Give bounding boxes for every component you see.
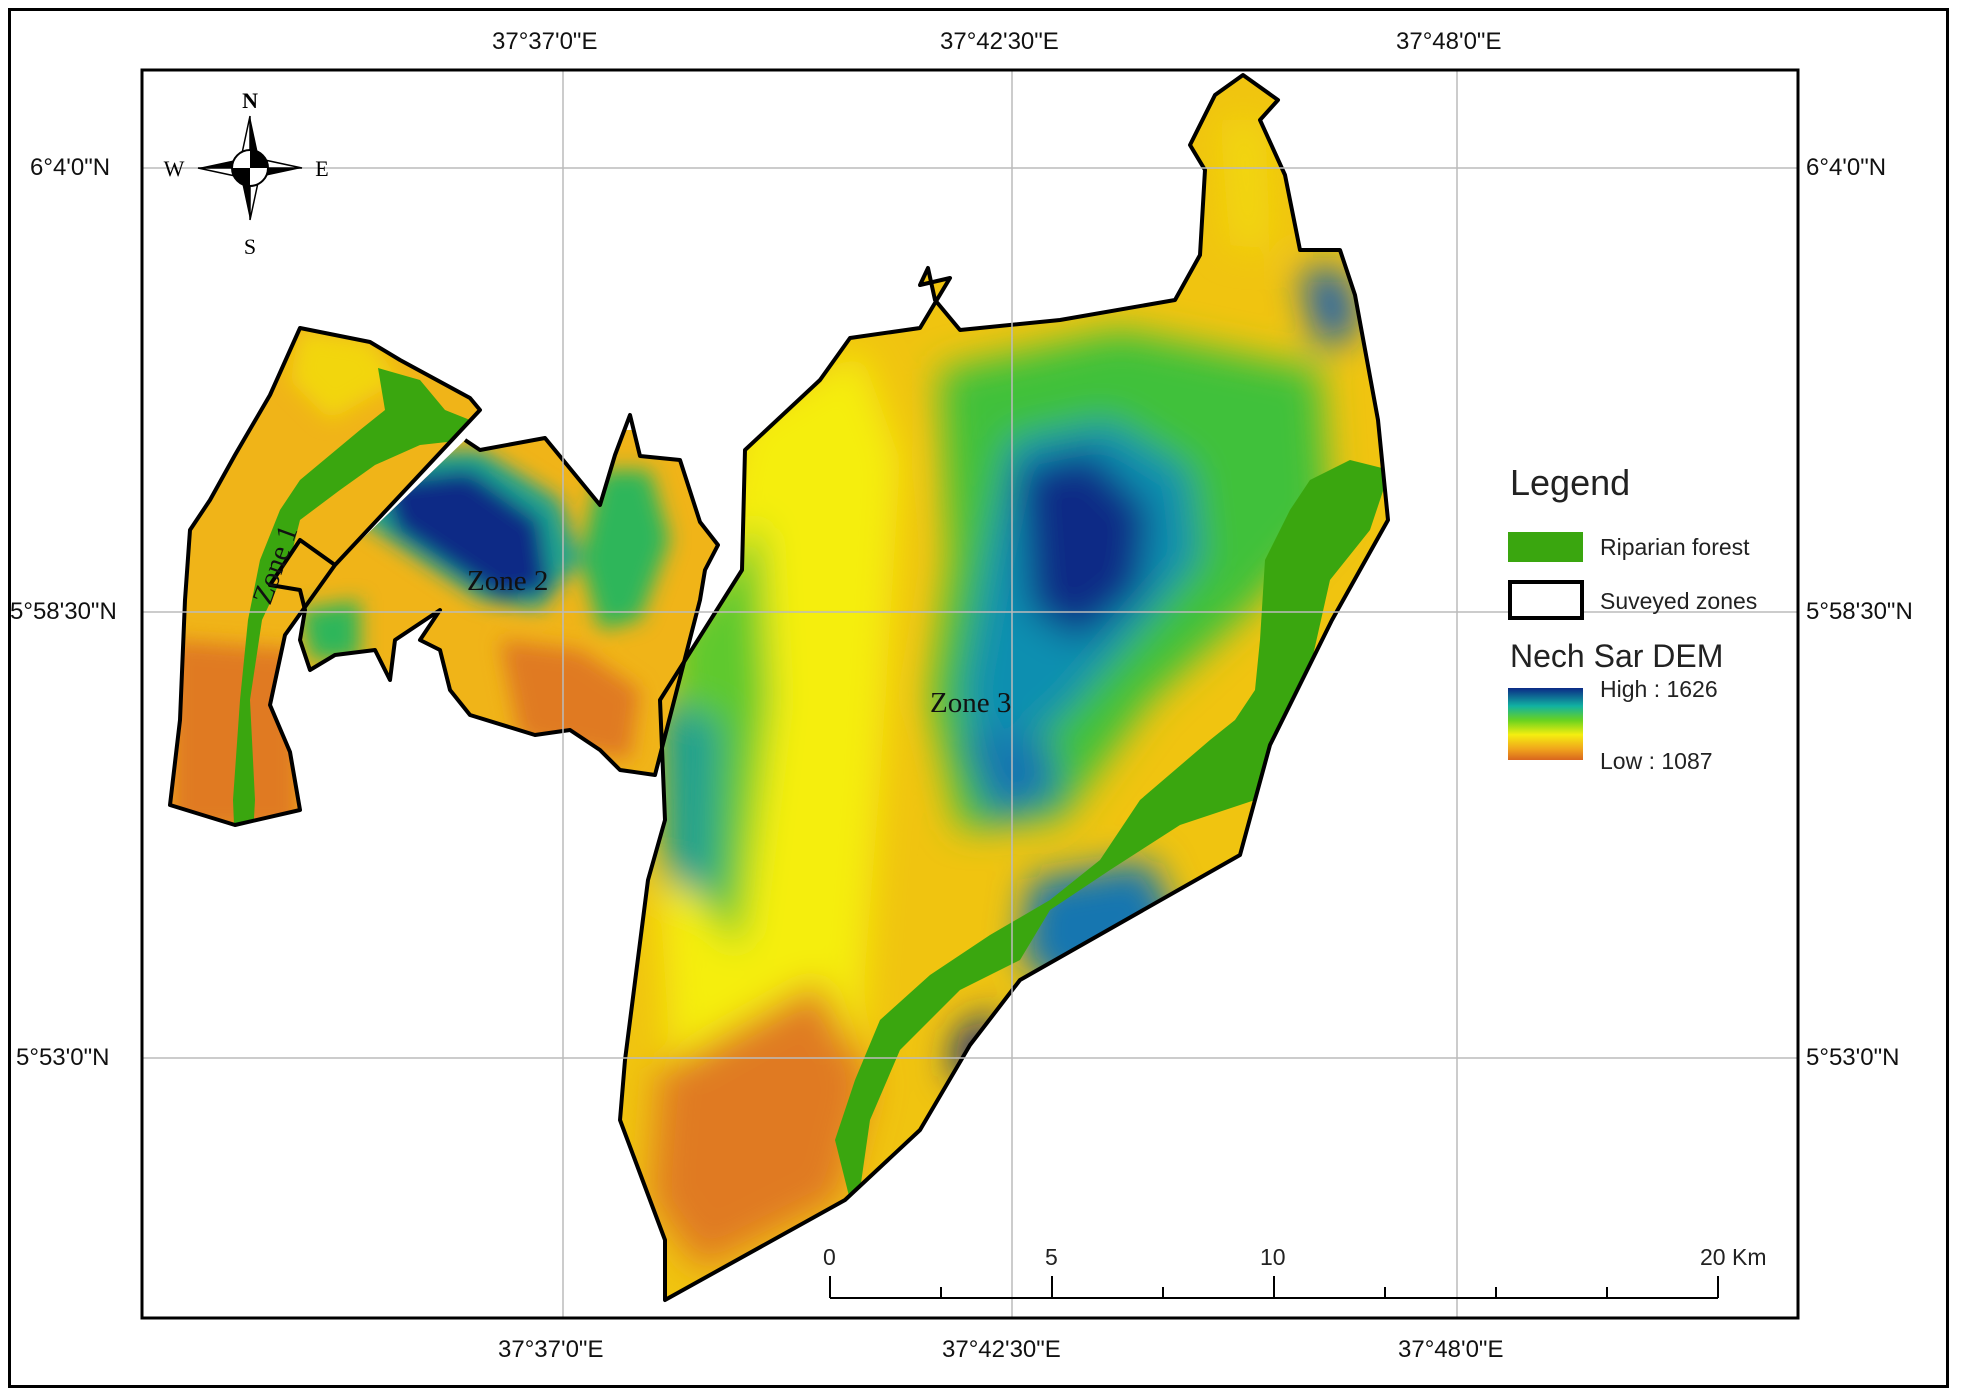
bottom-tick-3: 37°48'0"E	[1398, 1336, 1504, 1363]
compass-s: S	[244, 234, 256, 259]
legend-riparian-label: Riparian forest	[1600, 534, 1750, 560]
zone2-label: Zone 2	[467, 565, 548, 597]
scale-label-0: 0	[823, 1244, 836, 1270]
top-tick-2: 37°42'30"E	[940, 28, 1059, 55]
compass-w: W	[164, 156, 185, 181]
compass-e: E	[315, 156, 328, 181]
top-tick-3: 37°48'0"E	[1396, 28, 1502, 55]
compass-rose-icon: N S E W	[164, 88, 329, 259]
legend-title: Legend	[1510, 462, 1631, 503]
scale-bar	[829, 1276, 1719, 1299]
top-tick-1: 37°37'0"E	[492, 28, 598, 55]
legend-dem-high: High : 1626	[1600, 676, 1718, 702]
zone3-label: Zone 3	[930, 687, 1011, 719]
scale-label-5: 5	[1045, 1244, 1058, 1270]
right-tick-3: 5°53'0"N	[1806, 1044, 1900, 1071]
compass-n: N	[242, 88, 258, 113]
right-tick-1: 6°4'0"N	[1806, 154, 1887, 181]
legend-dem-low: Low : 1087	[1600, 748, 1713, 774]
legend-dem-ramp	[1508, 688, 1583, 760]
left-tick-3: 5°53'0"N	[16, 1044, 110, 1071]
scale-label-10: 10	[1260, 1244, 1286, 1270]
legend-dem-title: Nech Sar DEM	[1510, 638, 1724, 674]
legend-riparian-swatch	[1508, 532, 1583, 562]
legend-surveyed-swatch	[1508, 580, 1584, 620]
bottom-tick-1: 37°37'0"E	[498, 1336, 604, 1363]
scale-label-20km: 20 Km	[1700, 1244, 1767, 1270]
right-tick-2: 5°58'30"N	[1806, 598, 1913, 625]
bottom-tick-2: 37°42'30"E	[942, 1336, 1061, 1363]
legend-surveyed-label: Suveyed zones	[1600, 588, 1758, 614]
left-tick-2: 5°58'30"N	[10, 598, 117, 625]
left-tick-1: 6°4'0"N	[30, 154, 111, 181]
